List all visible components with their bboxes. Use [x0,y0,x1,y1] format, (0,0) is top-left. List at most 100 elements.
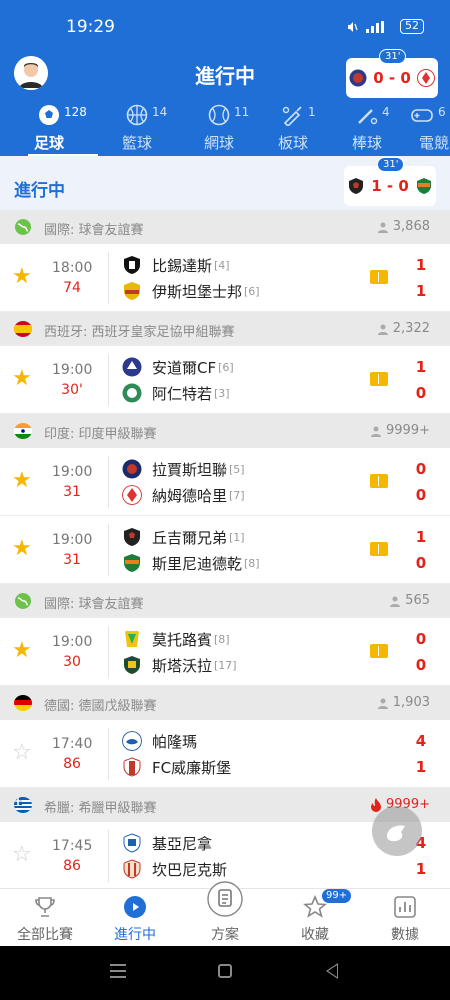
match-row[interactable]: ★ 19:00 30' 安道爾CF [6] 阿仁特若 [3] 1 0 [0,346,450,414]
match-row[interactable]: ★ 19:00 30 莫托路賓 [8] 斯塔沃拉 [17] 0 0 [0,618,450,686]
watcher-count: 1,903 [377,695,430,710]
match-list: 進行中 31' 1 - 0 國際: 球會友誼賽 3,868 ★ 18:00 74… [0,156,450,888]
tab-soccer[interactable]: 128 足球 [12,102,98,157]
basketball-icon [126,104,148,126]
league-name: 西班牙: 西班牙皇家足協甲組聯賽 [44,325,235,340]
favorite-star-icon[interactable]: ★ [12,640,32,662]
team-crest-icon [122,383,142,403]
watcher-count: 3,868 [377,219,430,234]
home-team: 莫托路賓 [8] [122,627,230,651]
favorite-star-icon[interactable]: ★ [12,266,32,288]
tab-tennis[interactable]: 11 網球 [182,102,262,156]
favorite-star-icon[interactable]: ☆ [12,742,32,764]
signal-icon [366,20,384,33]
nav-plans[interactable]: 方案 [180,881,270,947]
live-minute: 31' [379,49,407,64]
away-crest-icon [416,69,435,87]
kickoff-time: 19:00 [52,362,93,378]
team-crest-icon [124,656,140,674]
league-name: 印度: 印度甲級聯賽 [44,427,157,442]
match-minute: 31 [63,484,81,500]
league-name: 希臘: 希臘甲級聯賽 [44,801,157,816]
match-row[interactable]: ★ 19:00 31 丘吉爾兄弟 [1] 斯里尼迪德乾 [8] 1 0 [0,516,450,584]
kickoff-time: 17:45 [52,838,93,854]
tab-baseball[interactable]: 4 棒球 [330,102,410,156]
team-crest-icon [124,256,140,274]
tab-cricket[interactable]: 1 板球 [256,102,336,156]
match-minute: 86 [63,756,81,772]
kickoff-time: 19:00 [52,532,93,548]
favorite-star-icon[interactable]: ☆ [12,844,32,866]
recent-apps-icon[interactable] [110,964,126,978]
pitch-icon[interactable] [370,644,388,658]
home-team: 拉賈斯坦聯 [5] [122,457,245,481]
soccer-ball-icon [39,105,59,125]
in-play-live-card[interactable]: 31' 1 - 0 [344,157,436,206]
tab-esports[interactable]: 6 電競 [404,102,450,156]
match-minute: 74 [63,280,81,296]
tab-basketball[interactable]: 14 籃球 [100,102,180,156]
team-crest-icon [122,459,142,479]
home-icon[interactable] [218,964,232,978]
watcher-count: 565 [389,593,430,608]
home-score: 1 [415,256,427,274]
league-header[interactable]: 西班牙: 西班牙皇家足協甲組聯賽 2,322 [0,312,450,346]
home-score: 1 [415,358,427,376]
match-row[interactable]: ★ 19:00 31 拉賈斯坦聯 [5] 納姆德哈里 [7] 0 0 [0,448,450,516]
team-crest-icon [122,357,142,377]
team-crest-icon [123,757,141,777]
favorite-star-icon[interactable]: ★ [12,368,32,390]
pitch-icon[interactable] [370,474,388,488]
nav-in-play[interactable]: 進行中 [90,889,180,947]
nav-data[interactable]: 數據 [360,889,450,947]
nav-favorites[interactable]: 99+ 收藏 [270,889,360,947]
league-header[interactable]: 國際: 球會友誼賽 3,868 [0,210,450,244]
watcher-count: 9999+ [370,423,430,438]
live-mini-card[interactable]: 31' 0 - 0 [346,49,438,98]
favorite-star-icon[interactable]: ★ [12,470,32,492]
favorite-star-icon[interactable]: ★ [12,538,32,560]
match-minute: 86 [63,858,81,874]
kickoff-time: 19:00 [52,634,93,650]
kickoff-time: 18:00 [52,260,93,276]
away-team: 伊斯坦堡士邦 [6] [122,279,260,303]
home-score: 1 [415,528,427,546]
home-team: 帕隆瑪 [122,729,199,753]
away-score: 0 [415,384,427,402]
pitch-icon[interactable] [370,542,388,556]
document-icon [207,881,243,917]
match-row[interactable]: ★ 18:00 74 比錫達斯 [4] 伊斯坦堡士邦 [6] 1 1 [0,244,450,312]
spain-flag-icon [14,321,32,337]
league-header[interactable]: 國際: 球會友誼賽 565 [0,584,450,618]
away-score: 1 [415,282,427,300]
league-header[interactable]: 印度: 印度甲級聯賽 9999+ [0,414,450,448]
away-score: 0 [415,486,427,504]
back-icon[interactable] [326,963,338,979]
gamepad-icon [411,109,433,122]
floating-action-button[interactable] [372,806,422,856]
team-crest-icon [124,554,140,572]
home-score: 4 [415,732,427,750]
team-crest-icon [123,859,141,879]
mute-icon [348,21,358,32]
match-row[interactable]: ☆ 17:40 86 帕隆瑪 FC威廉斯堡 4 1 [0,720,450,788]
bar-chart-icon [394,896,416,918]
league-header[interactable]: 德國: 德國戊級聯賽 1,903 [0,686,450,720]
status-time: 19:29 [66,17,115,37]
play-circle-icon [124,896,146,918]
team-crest-icon [122,485,142,505]
baseball-icon [358,109,378,125]
person-icon [371,426,382,437]
pitch-icon[interactable] [370,270,388,284]
sport-tabs: 128 足球 14 籃球 11 網球 1 板球 4 棒球 6 電競 [0,102,450,157]
pitch-icon[interactable] [370,372,388,386]
globe-flag-icon [15,593,31,609]
team-crest-icon [124,528,140,546]
trophy-icon [35,897,55,917]
home-score: 0 [415,460,427,478]
nav-all-matches[interactable]: 全部比賽 [0,889,90,947]
away-score: 0 [415,656,427,674]
bottom-navigation: 全部比賽 進行中 方案 99+ 收藏 數據 [0,881,450,947]
globe-flag-icon [15,219,31,235]
person-icon [377,698,388,709]
